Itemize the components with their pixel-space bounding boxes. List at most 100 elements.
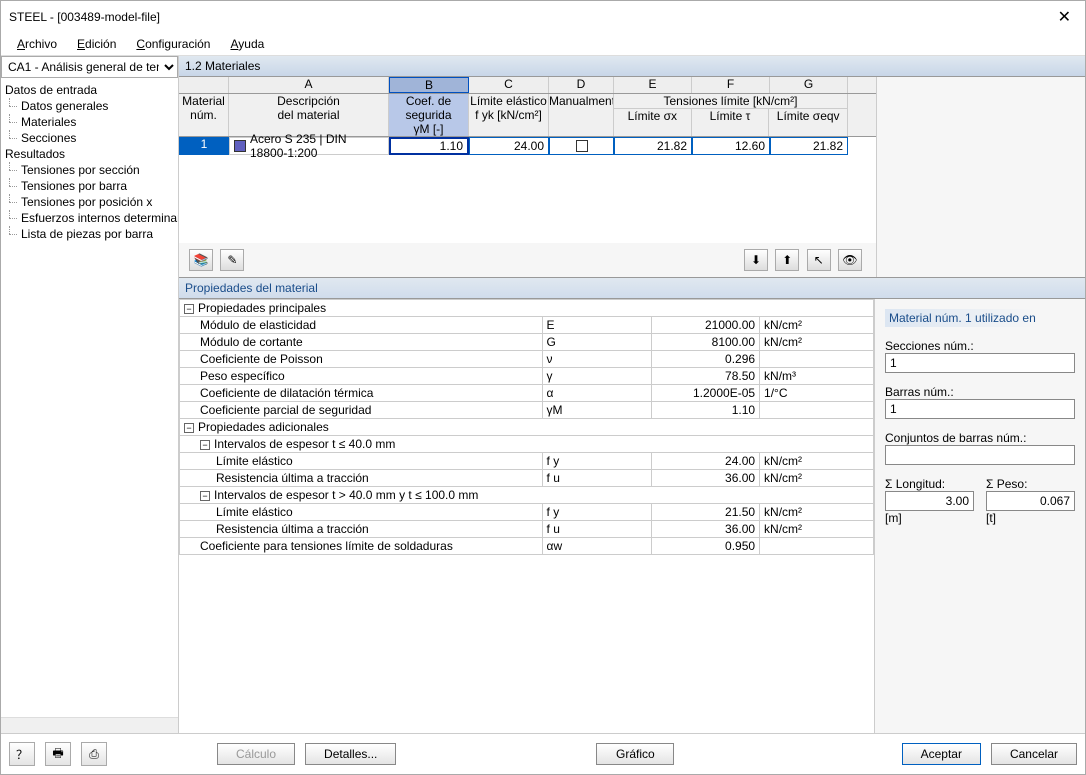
case-select[interactable]: CA1 - Análisis general de tensio — [1, 56, 178, 78]
prop-label: Coeficiente parcial de seguridad — [180, 402, 543, 419]
prop-label: Resistencia última a tracción — [180, 521, 543, 538]
cancel-button[interactable]: Cancelar — [991, 743, 1077, 765]
collapse-icon[interactable]: − — [184, 304, 194, 314]
col-letter[interactable]: E — [614, 77, 692, 93]
col-header: Límite σeqv — [769, 109, 847, 136]
menu-edicion[interactable]: Edición — [69, 35, 124, 53]
details-button[interactable]: Detalles... — [305, 743, 396, 765]
prop-value[interactable]: 1.2000E-05 — [652, 385, 760, 402]
prop-value[interactable]: 21000.00 — [652, 317, 760, 334]
row-number[interactable]: 1 — [179, 137, 229, 155]
prop-value[interactable]: 1.10 — [652, 402, 760, 419]
col-letter[interactable]: C — [469, 77, 549, 93]
cell-sigmaeqv[interactable]: 21.82 — [770, 137, 848, 155]
tree-group-results[interactable]: Resultados — [3, 146, 176, 162]
edit-icon[interactable]: ✎ — [220, 249, 244, 271]
eye-icon[interactable]: 👁 — [838, 249, 862, 271]
cell-fyk[interactable]: 24.00 — [469, 137, 549, 155]
bars-field[interactable] — [885, 399, 1075, 419]
group-label: Propiedades principales — [198, 301, 326, 315]
prop-label: Módulo de cortante — [180, 334, 543, 351]
checkbox-icon[interactable] — [576, 140, 588, 152]
tree-item[interactable]: Tensiones por sección — [3, 162, 176, 178]
prop-value[interactable]: 36.00 — [652, 470, 760, 487]
length-label: Σ Longitud: — [885, 477, 974, 491]
tree-item[interactable]: Tensiones por posición x — [3, 194, 176, 210]
col-letter[interactable]: F — [692, 77, 770, 93]
col-letter[interactable]: A — [229, 77, 389, 93]
library-icon[interactable]: 📚 — [189, 249, 213, 271]
excel-import-icon[interactable]: ⬇ — [744, 249, 768, 271]
prop-value[interactable]: 24.00 — [652, 453, 760, 470]
col-header: Límite σx — [614, 109, 692, 136]
tree-group-input[interactable]: Datos de entrada — [3, 82, 176, 98]
graphic-button[interactable]: Gráfico — [596, 743, 674, 765]
accept-button[interactable]: Aceptar — [902, 743, 981, 765]
cell-coef[interactable]: 1.10 — [389, 137, 469, 155]
cell-sigmax[interactable]: 21.82 — [614, 137, 692, 155]
tree-item[interactable]: Materiales — [3, 114, 176, 130]
pick-icon[interactable]: ↖ — [807, 249, 831, 271]
tree-item[interactable]: Esfuerzos internos determinant — [3, 210, 176, 226]
prop-value[interactable]: 8100.00 — [652, 334, 760, 351]
print-icon[interactable]: 🖶 — [45, 742, 71, 766]
tree-item[interactable]: Secciones — [3, 130, 176, 146]
sections-field[interactable] — [885, 353, 1075, 373]
prop-value[interactable]: 36.00 — [652, 521, 760, 538]
sets-label: Conjuntos de barras núm.: — [885, 431, 1075, 445]
export-icon[interactable]: ⎙ — [81, 742, 107, 766]
prop-label: Coeficiente de dilatación térmica — [180, 385, 543, 402]
sections-label: Secciones núm.: — [885, 339, 1075, 353]
prop-value[interactable]: 0.950 — [652, 538, 760, 555]
prop-label: Peso específico — [180, 368, 543, 385]
col-header: Manualmente — [549, 94, 614, 136]
collapse-icon[interactable]: − — [200, 440, 210, 450]
menu-bar: Archivo Edición Configuración Ayuda — [1, 33, 1085, 56]
menu-config[interactable]: Configuración — [128, 35, 218, 53]
calculate-button[interactable]: Cálculo — [217, 743, 295, 765]
window-title: STEEL - [003489-model-file] — [9, 10, 1052, 24]
excel-export-icon[interactable]: ⬆ — [775, 249, 799, 271]
materials-grid: A B C D E F G Material núm. Descripción … — [179, 77, 877, 277]
col-letter[interactable]: B — [389, 77, 469, 93]
col-header: Límite τ — [692, 109, 770, 136]
prop-value[interactable]: 21.50 — [652, 504, 760, 521]
close-icon[interactable]: ✕ — [1052, 7, 1077, 27]
tree-item[interactable]: Datos generales — [3, 98, 176, 114]
title-bar: STEEL - [003489-model-file] ✕ — [1, 1, 1085, 33]
collapse-icon[interactable]: − — [184, 423, 194, 433]
material-usage-panel: Material núm. 1 utilizado en Secciones n… — [875, 299, 1085, 733]
weight-label: Σ Peso: — [986, 477, 1075, 491]
collapse-icon[interactable]: − — [200, 491, 210, 501]
group-label: Intervalos de espesor t ≤ 40.0 mm — [214, 437, 395, 451]
menu-archivo[interactable]: Archivo — [9, 35, 65, 53]
group-label: Propiedades adicionales — [198, 420, 329, 434]
weight-field[interactable] — [986, 491, 1075, 511]
col-header-group: Tensiones límite [kN/cm²] — [614, 94, 847, 109]
prop-value[interactable]: 78.50 — [652, 368, 760, 385]
prop-label: Límite elástico — [180, 504, 543, 521]
tree-item[interactable]: Tensiones por barra — [3, 178, 176, 194]
sets-field[interactable] — [885, 445, 1075, 465]
prop-label: Límite elástico — [180, 453, 543, 470]
scrollbar[interactable] — [1, 717, 178, 733]
cell-manual[interactable] — [549, 137, 614, 155]
col-letter[interactable]: D — [549, 77, 614, 93]
cell-tau[interactable]: 12.60 — [692, 137, 770, 155]
cell-description[interactable]: Acero S 235 | DIN 18800-1:200 — [229, 137, 389, 155]
bars-label: Barras núm.: — [885, 385, 1075, 399]
menu-ayuda[interactable]: Ayuda — [222, 35, 272, 53]
col-letter[interactable]: G — [770, 77, 848, 93]
col-header: Coef. de segurida γM [-] — [389, 94, 469, 136]
preview-panel — [877, 77, 1085, 277]
help-icon[interactable]: ？ — [9, 742, 35, 766]
usage-title: Material núm. 1 utilizado en — [885, 309, 1075, 327]
col-header: Material núm. — [179, 94, 229, 136]
table-row[interactable]: 1 Acero S 235 | DIN 18800-1:200 1.10 24.… — [179, 137, 876, 155]
col-header: Límite elástico f yk [kN/cm²] — [469, 94, 549, 136]
tree-item[interactable]: Lista de piezas por barra — [3, 226, 176, 242]
left-panel: CA1 - Análisis general de tensio Datos d… — [1, 56, 179, 733]
prop-value[interactable]: 0.296 — [652, 351, 760, 368]
prop-label: Coeficiente para tensiones límite de sol… — [180, 538, 543, 555]
length-field[interactable] — [885, 491, 974, 511]
